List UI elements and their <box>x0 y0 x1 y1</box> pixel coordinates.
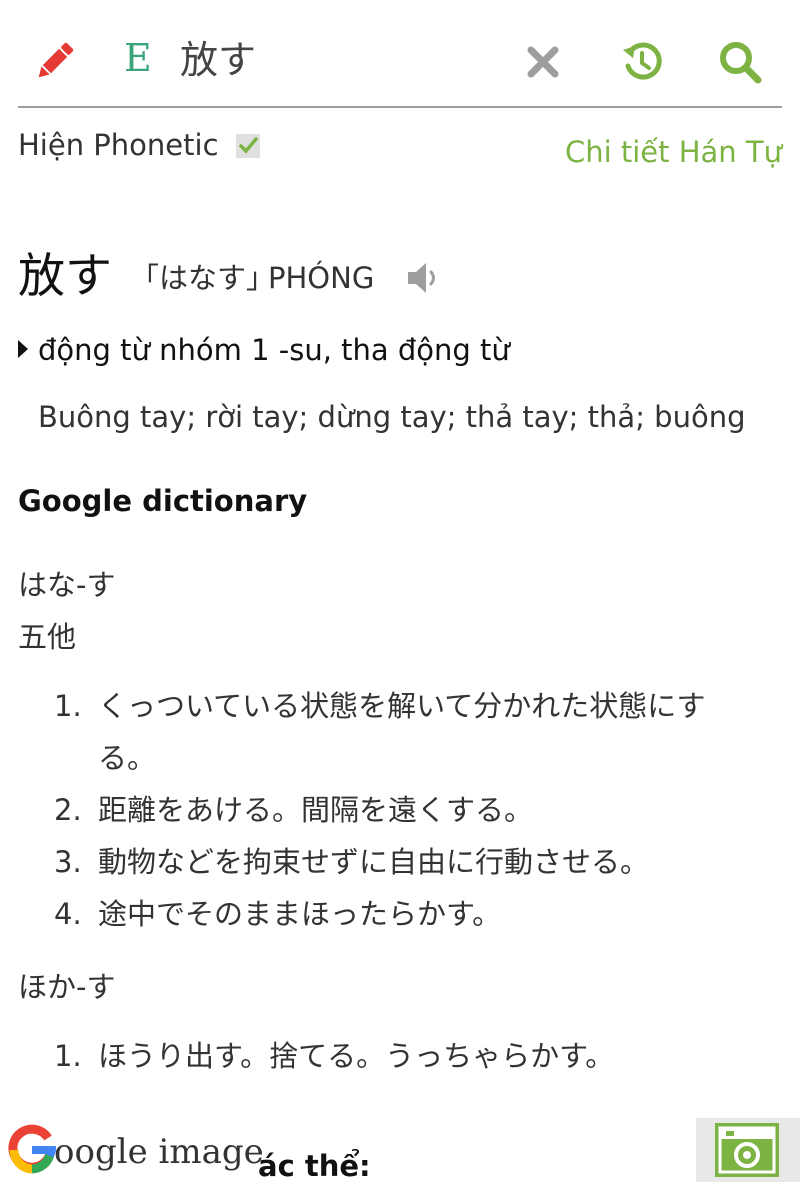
definition-text: 途中でそのままほったらかす。 <box>98 897 502 931</box>
entry-headword: はな-す <box>18 568 116 602</box>
language-badge[interactable]: E <box>124 36 156 80</box>
definition-text-continued: る。 <box>98 741 157 775</box>
definition-text: 距離をあける。間隔を遠くする。 <box>98 793 534 827</box>
phonetic-checkbox[interactable] <box>236 134 260 158</box>
definition-number: 1. <box>54 1039 82 1073</box>
list-item: 4. 途中でそのままほったらかす。 <box>54 888 754 940</box>
camera-icon <box>715 1123 779 1177</box>
definition-list: 1. ほうり出す。捨てる。うっちゃらかす。 <box>54 1030 754 1082</box>
entry-grammar: 五他 <box>18 620 77 654</box>
part-of-speech: động từ nhóm 1 -su, tha động từ <box>38 333 510 367</box>
camera-button[interactable] <box>696 1118 800 1182</box>
history-icon[interactable] <box>620 40 664 84</box>
part-of-speech-row[interactable]: động từ nhóm 1 -su, tha động từ <box>18 328 782 372</box>
word-header: 放す 「はなす」 PHÓNG <box>18 244 782 310</box>
partial-section-heading: ác thể: <box>258 1149 371 1183</box>
search-toolbar: E 放す <box>0 0 800 108</box>
word-meaning: Buông tay; rời tay; dừng tay; thả tay; t… <box>38 400 746 434</box>
google-image-label: oogle image <box>54 1132 264 1172</box>
expand-arrow-icon <box>18 340 28 358</box>
speaker-icon[interactable] <box>406 260 442 296</box>
definition-text: 動物などを拘束せずに自由に行動させる。 <box>98 845 650 879</box>
list-item: 1. ほうり出す。捨てる。うっちゃらかす。 <box>54 1030 754 1082</box>
definition-number: 3. <box>54 845 82 879</box>
toolbar-divider <box>18 106 782 108</box>
list-item: 3. 動物などを拘束せずに自由に行動させる。 <box>54 836 754 888</box>
word-reading: 「はなす」 <box>130 261 276 295</box>
google-image-button[interactable]: oogle image <box>8 1124 268 1178</box>
list-item: 2. 距離をあける。間隔を遠くする。 <box>54 784 754 836</box>
search-input[interactable]: 放す <box>180 32 500 88</box>
definition-text: ほうり出す。捨てる。うっちゃらかす。 <box>98 1039 615 1073</box>
definition-number: 4. <box>54 897 82 931</box>
clear-icon[interactable] <box>527 46 559 78</box>
definition-list: 1. くっついている状態を解いて分かれた状態にす る。 2. 距離をあける。間隔… <box>54 680 754 940</box>
phonetic-row: Hiện Phonetic Chi tiết Hán Tự <box>18 124 782 169</box>
google-g-icon <box>8 1124 56 1174</box>
list-item: 1. くっついている状態を解いて分かれた状態にす る。 <box>54 680 754 784</box>
kanji-detail-link[interactable]: Chi tiết Hán Tự <box>565 132 782 172</box>
search-icon[interactable] <box>718 40 762 84</box>
word-hanviet: PHÓNG <box>268 261 375 295</box>
entry-headword: ほか-す <box>18 970 116 1004</box>
pencil-icon[interactable] <box>32 38 78 84</box>
definition-number: 1. <box>54 689 82 723</box>
word-kanji: 放す <box>18 249 112 304</box>
google-dictionary-title: Google dictionary <box>18 484 308 518</box>
phonetic-label: Hiện Phonetic <box>18 128 219 162</box>
definition-number: 2. <box>54 793 82 827</box>
check-icon <box>239 137 258 154</box>
definition-text: くっついている状態を解いて分かれた状態にす <box>98 689 706 723</box>
